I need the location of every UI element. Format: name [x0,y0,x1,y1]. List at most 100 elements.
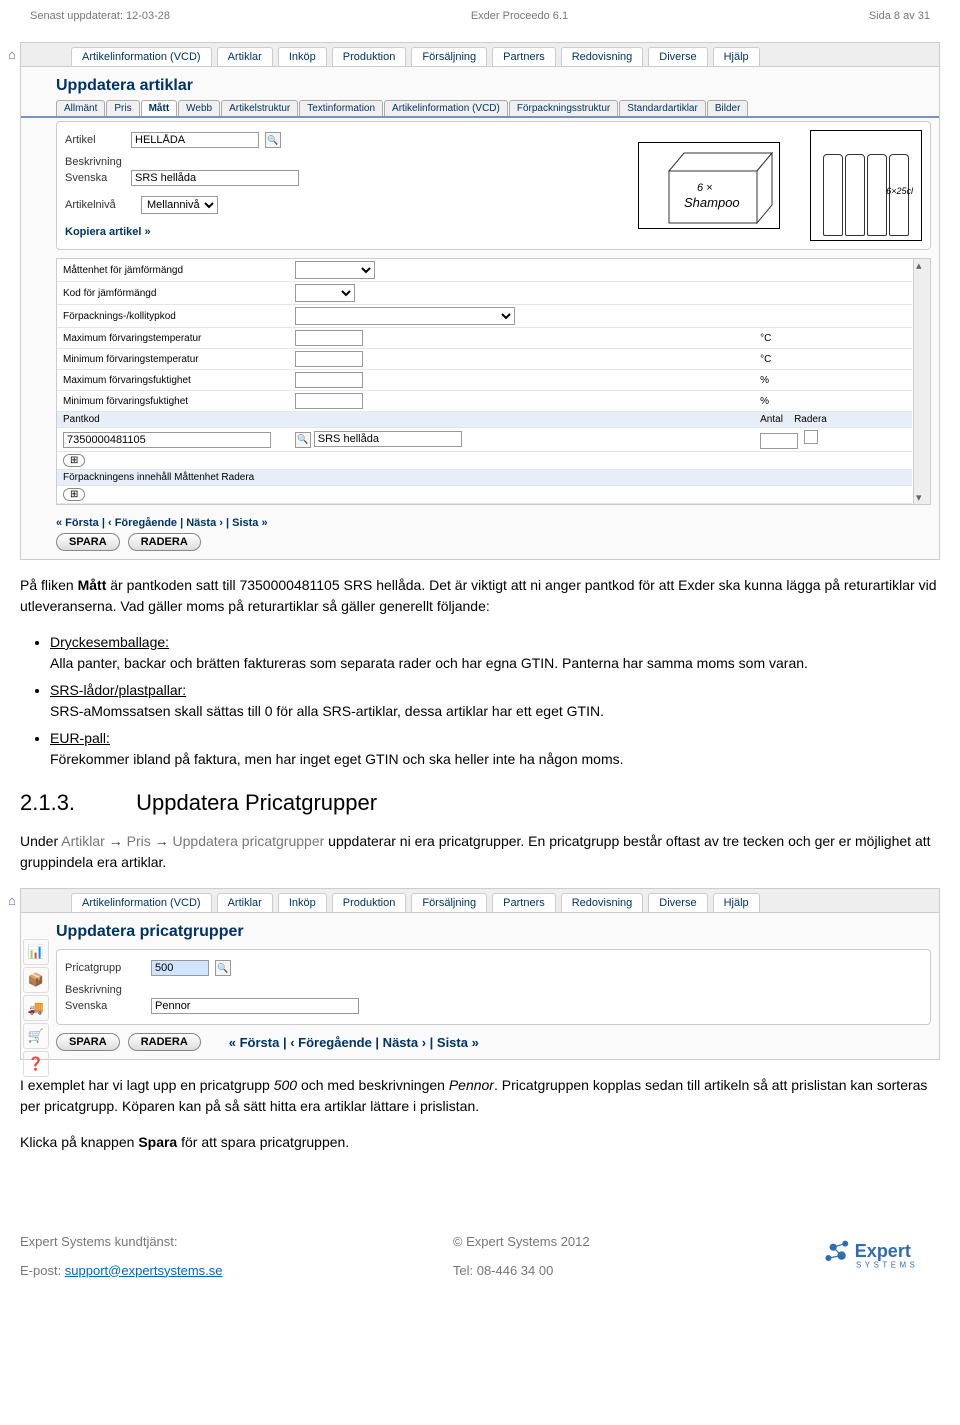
home-icon[interactable]: ⌂ [8,47,16,62]
sub-tab-forpackningsstruktur[interactable]: Förpackningsstruktur [509,100,618,116]
main-tab[interactable]: Artiklar [217,893,273,912]
measure-label: Måttenhet för jämförmängd [57,259,289,282]
scrollbar[interactable] [913,259,930,504]
main-tab[interactable]: Artikelinformation (VCD) [71,47,212,66]
bottle-caption: 6×25cl [886,186,913,196]
sub-tab-artikelstruktur[interactable]: Artikelstruktur [221,100,298,116]
measure-select[interactable] [295,261,375,279]
footer-email-link[interactable]: support@expertsystems.se [65,1263,223,1278]
main-tab[interactable]: Produktion [332,47,407,66]
main-tab[interactable]: Inköp [278,893,327,912]
svenska-label: Svenska [65,1000,145,1012]
radera-button[interactable]: RADERA [128,1033,201,1051]
search-icon[interactable]: 🔍 [295,432,311,448]
pantkod-desc-input[interactable] [314,431,462,447]
main-tab[interactable]: Produktion [332,893,407,912]
antal-input[interactable] [760,433,798,449]
unit-label: °C [754,349,912,370]
forpackning-header: Förpackningens innehåll Måttenhet Radera [57,470,912,486]
main-tab[interactable]: Försäljning [411,47,487,66]
measure-input[interactable] [295,351,363,367]
measure-label: Minimum förvaringstemperatur [57,349,289,370]
screenshot-uppdatera-pricatgrupper: ⌂ Artikelinformation (VCD) Artiklar Inkö… [20,888,940,1060]
sub-tab-bilder[interactable]: Bilder [707,100,749,116]
body-paragraph: Under Artiklar → Pris → Uppdatera pricat… [20,831,940,873]
footer-email-label: E-post: [20,1263,65,1278]
list-item: EUR-pall: Förekommer ibland på faktura, … [50,728,940,770]
sidebar-truck-icon[interactable]: 🚚 [23,995,49,1021]
main-tabs-row: ⌂ Artikelinformation (VCD) Artiklar Inkö… [21,889,939,913]
sub-tab-standardartiklar[interactable]: Standardartiklar [619,100,706,116]
bullet-body: SRS-aMomssatsen skall sättas till 0 för … [50,703,604,719]
header-title: Exder Proceedo 6.1 [471,10,568,22]
sidebar-chart-icon[interactable]: 📊 [23,939,49,965]
sub-tab-textinformation[interactable]: Textinformation [299,100,383,116]
footer-left-line1: Expert Systems kundtjänst: [20,1228,223,1257]
sub-tab-webb[interactable]: Webb [178,100,220,116]
main-tab[interactable]: Hjälp [713,893,760,912]
section-title: Uppdatera Pricatgrupper [136,790,377,815]
artikelniva-select[interactable]: Mellannivå [141,196,218,214]
radera-button[interactable]: RADERA [128,533,201,551]
nav-path: Artiklar → Pris → Uppdatera pricatgruppe… [61,833,324,849]
main-tab[interactable]: Partners [492,47,556,66]
main-tab[interactable]: Hjälp [713,47,760,66]
measure-input[interactable] [295,372,363,388]
spara-button[interactable]: SPARA [56,1033,120,1051]
add-row-button[interactable]: ⊞ [63,488,85,501]
search-icon[interactable]: 🔍 [265,132,281,148]
main-tab[interactable]: Redovisning [561,893,644,912]
measure-label: Minimum förvaringsfuktighet [57,391,289,412]
radera-checkbox[interactable] [804,430,818,444]
main-tab[interactable]: Partners [492,893,556,912]
sidebar-box-icon[interactable]: 📦 [23,967,49,993]
pricatgrupp-label: Pricatgrupp [65,962,145,974]
pricatgrupp-input[interactable] [151,960,209,976]
measure-select[interactable] [295,307,515,325]
artikelniva-label: Artikelnivå [65,199,135,211]
sidebar-help-icon[interactable]: ❓ [23,1051,49,1077]
bullet-head: Dryckesemballage: [50,634,169,650]
main-tab[interactable]: Redovisning [561,47,644,66]
bullet-body: Alla panter, backar och brätten fakturer… [50,655,808,671]
unit-label: % [754,391,912,412]
antal-header: Antal [760,414,783,425]
expert-logo: Expert SYSTEMS [820,1234,940,1285]
pager[interactable]: « Första | ‹ Föregående | Nästa › | Sist… [21,513,939,533]
sub-tab-matt[interactable]: Mått [141,100,178,116]
pager[interactable]: « Första | ‹ Föregående | Nästa › | Sist… [229,1035,479,1050]
sub-tab-allmant[interactable]: Allmänt [56,100,105,116]
list-item: Dryckesemballage: Alla panter, backar oc… [50,632,940,674]
sub-tab-pris[interactable]: Pris [106,100,139,116]
main-tab[interactable]: Diverse [648,893,707,912]
bullet-list: Dryckesemballage: Alla panter, backar oc… [50,632,940,770]
search-icon[interactable]: 🔍 [215,960,231,976]
body-paragraph: I exemplet har vi lagt upp en pricatgrup… [20,1075,940,1117]
measure-input[interactable] [295,330,363,346]
svenska-input[interactable] [151,998,359,1014]
svenska-label: Svenska [65,172,125,184]
home-icon[interactable]: ⌂ [8,893,16,908]
list-item: SRS-lådor/plastpallar: SRS-aMomssatsen s… [50,680,940,722]
add-row-button[interactable]: ⊞ [63,454,85,467]
measure-select[interactable] [295,284,355,302]
main-tab[interactable]: Försäljning [411,893,487,912]
measure-label: Förpacknings-/kollitypkod [57,305,289,328]
svenska-input[interactable] [131,170,299,186]
pantkod-header: Pantkod [57,412,289,428]
main-tab[interactable]: Artiklar [217,47,273,66]
measure-input[interactable] [295,393,363,409]
bullet-body: Förekommer ibland på faktura, men har in… [50,751,624,767]
text-fragment: Under [20,833,58,849]
main-tab[interactable]: Inköp [278,47,327,66]
main-tab[interactable]: Artikelinformation (VCD) [71,893,212,912]
sidebar-cart-icon[interactable]: 🛒 [23,1023,49,1049]
sub-tab-artikelinfo-vcd[interactable]: Artikelinformation (VCD) [384,100,508,116]
body-paragraph: Klicka på knappen Spara för att spara pr… [20,1132,940,1153]
main-tab[interactable]: Diverse [648,47,707,66]
spara-button[interactable]: SPARA [56,533,120,551]
artikel-input[interactable] [131,132,259,148]
pantkod-input[interactable] [63,432,271,448]
kopiera-artikel-link[interactable]: Kopiera artikel » [65,226,151,238]
bottles-illustration: 6×25cl [810,130,922,241]
